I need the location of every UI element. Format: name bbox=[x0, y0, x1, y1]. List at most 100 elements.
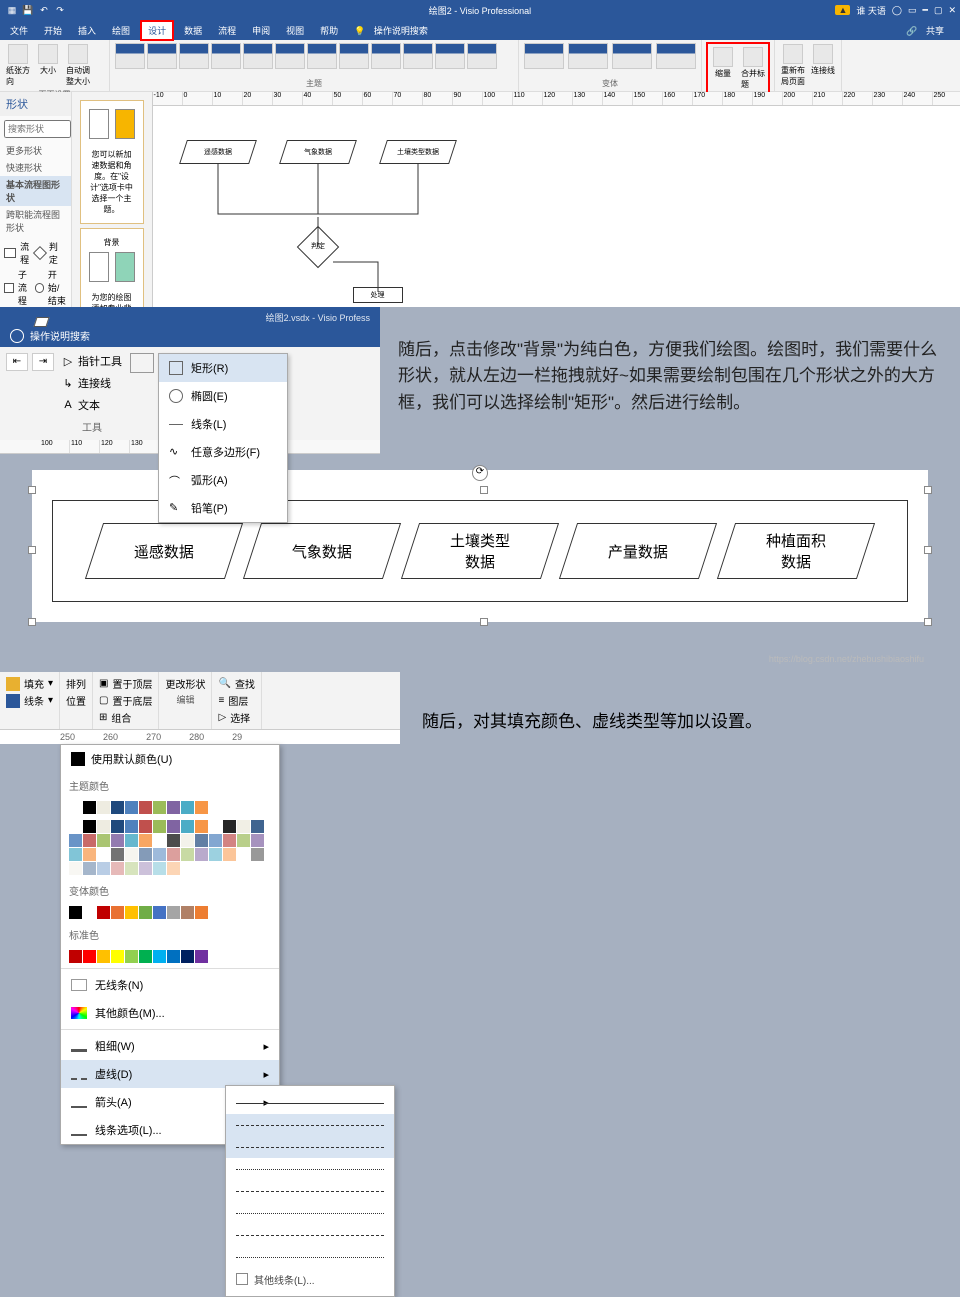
arrange-button[interactable]: 排列 bbox=[66, 676, 86, 691]
menu-pencil[interactable]: ✎铅笔(P) bbox=[159, 494, 287, 522]
shape-subprocess[interactable]: 子流程 bbox=[4, 268, 33, 307]
group-shape-4[interactable]: 产量数据 bbox=[559, 523, 717, 579]
tab-design[interactable]: 设计 bbox=[140, 20, 174, 41]
shape-remote[interactable]: 遥感数据 bbox=[179, 140, 257, 164]
variant-3[interactable] bbox=[612, 43, 652, 69]
send-back[interactable]: ▢ 置于底层 bbox=[99, 693, 152, 708]
maximize-icon[interactable]: ▢ bbox=[934, 5, 943, 16]
layers-button[interactable]: ≡ 图层 bbox=[218, 693, 254, 708]
dash-short[interactable] bbox=[226, 1158, 394, 1180]
tab-view[interactable]: 视图 bbox=[280, 22, 310, 39]
group-button[interactable]: ⊞ 组合 bbox=[99, 710, 152, 725]
variant-4[interactable] bbox=[656, 43, 696, 69]
group-shape-5[interactable]: 种植面积 数据 bbox=[717, 523, 875, 579]
variant-palette[interactable] bbox=[61, 903, 279, 922]
shapes-search[interactable] bbox=[4, 120, 71, 138]
more-colors[interactable]: 其他颜色(M)... bbox=[61, 999, 279, 1027]
connector-tool[interactable]: ↳连接线 bbox=[62, 375, 122, 391]
minimize-icon[interactable]: ━ bbox=[923, 5, 928, 16]
line-weight[interactable]: 粗细(W)▸ bbox=[61, 1032, 279, 1060]
borders-button[interactable]: 合并标题 bbox=[739, 45, 767, 92]
close-icon[interactable]: ✕ bbox=[948, 5, 956, 16]
menu-freeform[interactable]: ∿任意多边形(F) bbox=[159, 438, 287, 466]
tab-data[interactable]: 数据 bbox=[178, 22, 208, 39]
dash-longshort[interactable] bbox=[226, 1224, 394, 1246]
cat-quick[interactable]: 快速形状 bbox=[0, 159, 71, 176]
rotate-handle-icon[interactable]: ⟳ bbox=[472, 465, 488, 481]
undo-icon[interactable]: ↶ bbox=[38, 5, 50, 16]
variant-1[interactable] bbox=[524, 43, 564, 69]
group-shape-3[interactable]: 土壤类型 数据 bbox=[401, 523, 559, 579]
dash-medium[interactable] bbox=[226, 1136, 394, 1158]
shape-process[interactable]: 流程 bbox=[4, 240, 33, 266]
drawing-canvas[interactable]: -100102030405060708090100110120130140150… bbox=[152, 92, 960, 307]
user-name[interactable]: 谁 天语 bbox=[856, 4, 886, 17]
ribbon-tabs: 文件 开始 插入 绘图 设计 数据 流程 申阅 视图 帮助 💡 操作说明搜索 🔗… bbox=[0, 20, 960, 40]
design-card-theme[interactable]: 您可以新加速数据和角度。在"设计"选项卡中选择一个主题。 bbox=[80, 100, 144, 224]
shape-decision[interactable]: 判定 bbox=[35, 240, 67, 266]
tab-process[interactable]: 流程 bbox=[212, 22, 242, 39]
cat-basic[interactable]: 基本流程图形状 bbox=[0, 176, 71, 206]
autosize-button[interactable]: 自动调整大小 bbox=[64, 42, 92, 89]
default-color[interactable]: 使用默认颜色(U) bbox=[61, 745, 279, 773]
tab-insert[interactable]: 插入 bbox=[72, 22, 102, 39]
menu-arc[interactable]: ⌒弧形(A) bbox=[159, 466, 287, 494]
dash-more[interactable]: 其他线条(L)... bbox=[226, 1268, 394, 1290]
tab-help[interactable]: 帮助 bbox=[314, 22, 344, 39]
theme-palette[interactable] bbox=[61, 798, 279, 817]
window-title: 绘图2 - Visio Professional bbox=[429, 4, 531, 17]
position-button[interactable]: 位置 bbox=[66, 693, 86, 708]
menu-line[interactable]: 线条(L) bbox=[159, 410, 287, 438]
user-avatar-icon[interactable]: ◯ bbox=[892, 5, 902, 16]
menu-rectangle[interactable]: 矩形(R) bbox=[159, 354, 287, 382]
shape-weather[interactable]: 气象数据 bbox=[279, 140, 357, 164]
line-dash[interactable]: 虚线(D)▸ bbox=[61, 1060, 279, 1088]
connectors-button[interactable]: 连接线 bbox=[809, 42, 837, 89]
shape-soil[interactable]: 土壤类型数据 bbox=[379, 140, 457, 164]
cat-more[interactable]: 更多形状 bbox=[0, 142, 71, 159]
dash-dashdot[interactable] bbox=[226, 1180, 394, 1202]
tab-review[interactable]: 申阅 bbox=[246, 22, 276, 39]
indent-left-icon[interactable]: ⇤ bbox=[6, 353, 28, 371]
menu-ellipse[interactable]: 椭圆(E) bbox=[159, 382, 287, 410]
save-icon[interactable]: 💾 bbox=[22, 5, 34, 16]
theme-gallery[interactable] bbox=[114, 42, 514, 70]
redo-icon[interactable]: ↷ bbox=[54, 5, 66, 16]
no-line[interactable]: 无线条(N) bbox=[61, 971, 279, 999]
warning-icon[interactable]: ▲ bbox=[835, 5, 850, 15]
group-shape-1[interactable]: 遥感数据 bbox=[85, 523, 243, 579]
variant-2[interactable] bbox=[568, 43, 608, 69]
shape-terminator[interactable]: 开始/结束 bbox=[35, 268, 67, 307]
tell-me-search[interactable]: 操作说明搜索 bbox=[10, 328, 370, 343]
relayout-button[interactable]: 重新布局页面 bbox=[779, 42, 807, 89]
share-button[interactable]: 🔗 共享 bbox=[900, 22, 956, 39]
group-shape-2[interactable]: 气象数据 bbox=[243, 523, 401, 579]
bring-front[interactable]: ▣ 置于顶层 bbox=[99, 676, 152, 691]
dash-solid[interactable] bbox=[226, 1092, 394, 1114]
tab-home[interactable]: 开始 bbox=[38, 22, 68, 39]
change-shape[interactable]: 更改形状 bbox=[165, 676, 205, 691]
line-button[interactable]: 线条 ▾ bbox=[6, 693, 53, 708]
cat-cross[interactable]: 跨职能流程图形状 bbox=[0, 206, 71, 236]
background-button[interactable]: 缩量 bbox=[709, 45, 737, 92]
standard-palette[interactable] bbox=[61, 947, 279, 966]
tab-file[interactable]: 文件 bbox=[4, 22, 34, 39]
theme-tints[interactable] bbox=[61, 817, 279, 878]
indent-right-icon[interactable]: ⇥ bbox=[32, 353, 54, 371]
select-button[interactable]: ▷ 选择 bbox=[218, 710, 254, 725]
shape-decision-1[interactable]: 判定 bbox=[296, 226, 338, 268]
text-tool[interactable]: A文本 bbox=[62, 397, 122, 413]
dash-dashdotdot[interactable] bbox=[226, 1202, 394, 1224]
dash-long[interactable] bbox=[226, 1114, 394, 1136]
pointer-tool[interactable]: ▷指针工具 bbox=[62, 353, 122, 369]
shape-dropdown[interactable] bbox=[130, 353, 154, 373]
size-button[interactable]: 大小 bbox=[34, 42, 62, 89]
dash-longdot[interactable] bbox=[226, 1246, 394, 1268]
orientation-button[interactable]: 纸张方向 bbox=[4, 42, 32, 89]
tab-draw[interactable]: 绘图 bbox=[106, 22, 136, 39]
fill-button[interactable]: 填充 ▾ bbox=[6, 676, 53, 691]
find-button[interactable]: 🔍 查找 bbox=[218, 676, 254, 691]
shape-process-1[interactable]: 处理 bbox=[353, 287, 403, 303]
ribbon-options-icon[interactable]: ▭ bbox=[908, 5, 917, 16]
tell-me[interactable]: 💡 操作说明搜索 bbox=[348, 22, 440, 39]
